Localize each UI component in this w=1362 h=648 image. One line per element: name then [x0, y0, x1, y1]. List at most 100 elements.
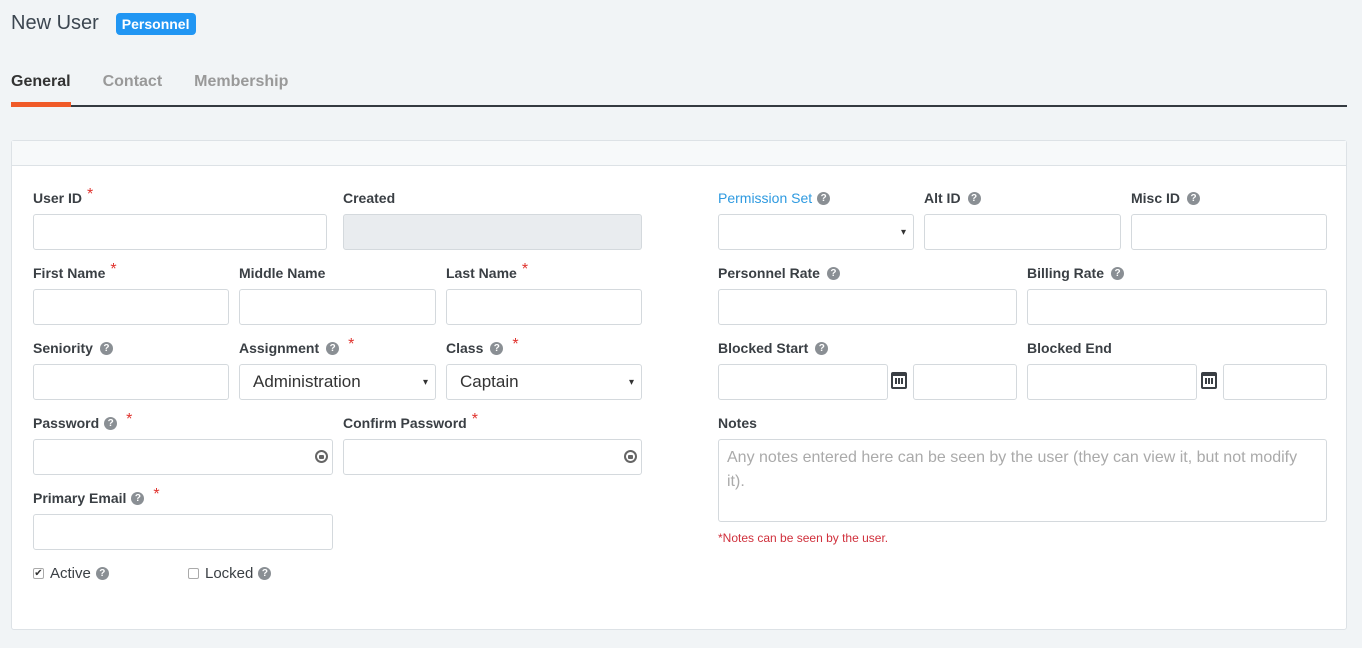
billing-rate-label: Billing Rate?: [1027, 264, 1125, 282]
blocked-end-date-input[interactable]: [1027, 364, 1197, 400]
label-text: Alt ID: [924, 190, 961, 206]
permission-set-link[interactable]: Permission Set: [718, 190, 812, 206]
chevron-down-icon: ▾: [422, 377, 428, 388]
label-text: Billing Rate: [1027, 265, 1105, 281]
created-label: Created: [343, 189, 395, 207]
confirm-password-label: Confirm Password *: [343, 411, 478, 432]
calendar-icon[interactable]: [1201, 372, 1217, 389]
alt-id-label: Alt ID?: [924, 189, 981, 207]
seniority-input[interactable]: [33, 364, 229, 400]
created-input: [343, 214, 642, 250]
help-icon[interactable]: ?: [817, 191, 831, 205]
required-icon: *: [87, 186, 94, 203]
label-text: Class: [446, 340, 484, 356]
blocked-start-time-input[interactable]: [913, 364, 1017, 400]
label-text: Confirm Password: [343, 415, 467, 431]
misc-id-input[interactable]: [1131, 214, 1327, 250]
tab-general[interactable]: General: [11, 70, 71, 107]
user-id-label: User ID *: [33, 186, 94, 207]
help-icon[interactable]: ?: [1187, 191, 1201, 205]
alt-id-input[interactable]: [924, 214, 1121, 250]
label-text: Created: [343, 190, 396, 206]
checkbox-checked-icon[interactable]: ✔: [33, 568, 44, 579]
user-id-input[interactable]: [33, 214, 327, 250]
misc-id-label: Misc ID?: [1131, 189, 1201, 207]
password-input[interactable]: [33, 439, 333, 475]
label-text: Personnel Rate: [718, 265, 820, 281]
label-text: Primary Email: [33, 490, 127, 506]
password-label: Password? *: [33, 411, 133, 432]
primary-email-label: Primary Email? *: [33, 486, 160, 507]
permission-set-label: Permission Set?: [718, 189, 831, 207]
help-icon[interactable]: ?: [326, 341, 340, 355]
middle-name-label: Middle Name: [239, 264, 325, 282]
chevron-down-icon: ▾: [628, 377, 634, 388]
active-checkbox[interactable]: ✔ Active ?: [33, 565, 109, 582]
permission-set-select[interactable]: ▾: [718, 214, 914, 250]
help-icon[interactable]: ?: [1111, 266, 1125, 280]
first-name-input[interactable]: [33, 289, 229, 325]
label-text: Last Name: [446, 265, 517, 281]
label-text: Misc ID: [1131, 190, 1181, 206]
required-icon: *: [153, 486, 160, 503]
help-icon[interactable]: ?: [967, 191, 981, 205]
required-icon: *: [512, 336, 519, 353]
assignment-select[interactable]: Administration ▾: [239, 364, 436, 400]
middle-name-input[interactable]: [239, 289, 436, 325]
primary-email-input[interactable]: [33, 514, 333, 550]
confirm-password-input[interactable]: [343, 439, 642, 475]
personnel-rate-input[interactable]: [718, 289, 1017, 325]
notes-label: Notes: [718, 414, 757, 432]
label-text: User ID: [33, 190, 83, 206]
class-value: Captain: [460, 372, 519, 391]
blocked-end-label: Blocked End: [1027, 339, 1112, 357]
page-title: New User: [11, 12, 99, 34]
blocked-start-date-input[interactable]: [718, 364, 888, 400]
tab-contact[interactable]: Contact: [103, 70, 163, 105]
general-panel: User ID * Created First Name * Middle Name…: [11, 140, 1347, 630]
locked-label: Locked: [205, 565, 254, 582]
last-name-input[interactable]: [446, 289, 642, 325]
seniority-label: Seniority?: [33, 339, 113, 357]
required-icon: *: [471, 411, 478, 428]
required-icon: *: [126, 411, 133, 428]
label-text: Notes: [718, 415, 757, 431]
billing-rate-input[interactable]: [1027, 289, 1327, 325]
help-icon[interactable]: ?: [104, 416, 118, 430]
tab-membership[interactable]: Membership: [194, 70, 288, 105]
checkbox-unchecked-icon[interactable]: [188, 568, 199, 579]
blocked-start-label: Blocked Start?: [718, 339, 829, 357]
active-label: Active: [50, 565, 91, 582]
locked-checkbox[interactable]: Locked ?: [188, 565, 272, 582]
help-icon[interactable]: ?: [258, 567, 272, 580]
last-name-label: Last Name *: [446, 261, 529, 282]
title-row: New User Personnel: [11, 12, 196, 35]
panel-header: [12, 141, 1346, 166]
label-text: Assignment: [239, 340, 320, 356]
calendar-icon[interactable]: [891, 372, 907, 389]
help-icon[interactable]: ?: [826, 266, 840, 280]
blocked-end-time-input[interactable]: [1223, 364, 1327, 400]
personnel-rate-label: Personnel Rate?: [718, 264, 840, 282]
help-icon[interactable]: ?: [490, 341, 504, 355]
label-text: Seniority: [33, 340, 93, 356]
password-manager-icon[interactable]: [315, 450, 328, 463]
chevron-down-icon: ▾: [900, 227, 906, 238]
class-select[interactable]: Captain ▾: [446, 364, 642, 400]
help-icon[interactable]: ?: [99, 341, 113, 355]
type-badge: Personnel: [115, 12, 196, 35]
tab-bar: General Contact Membership: [11, 70, 1347, 107]
help-icon[interactable]: ?: [131, 491, 145, 505]
class-label: Class? *: [446, 336, 519, 357]
notes-textarea[interactable]: [718, 439, 1327, 522]
assignment-label: Assignment? *: [239, 336, 354, 357]
required-icon: *: [521, 261, 529, 278]
password-manager-icon[interactable]: [624, 450, 637, 463]
assignment-value: Administration: [253, 372, 361, 391]
notes-hint: *Notes can be seen by the user.: [718, 531, 889, 545]
label-text: Password: [33, 415, 100, 431]
label-text: Blocked Start: [718, 340, 809, 356]
help-icon[interactable]: ?: [815, 341, 829, 355]
label-text: Middle Name: [239, 265, 326, 281]
help-icon[interactable]: ?: [95, 567, 109, 580]
